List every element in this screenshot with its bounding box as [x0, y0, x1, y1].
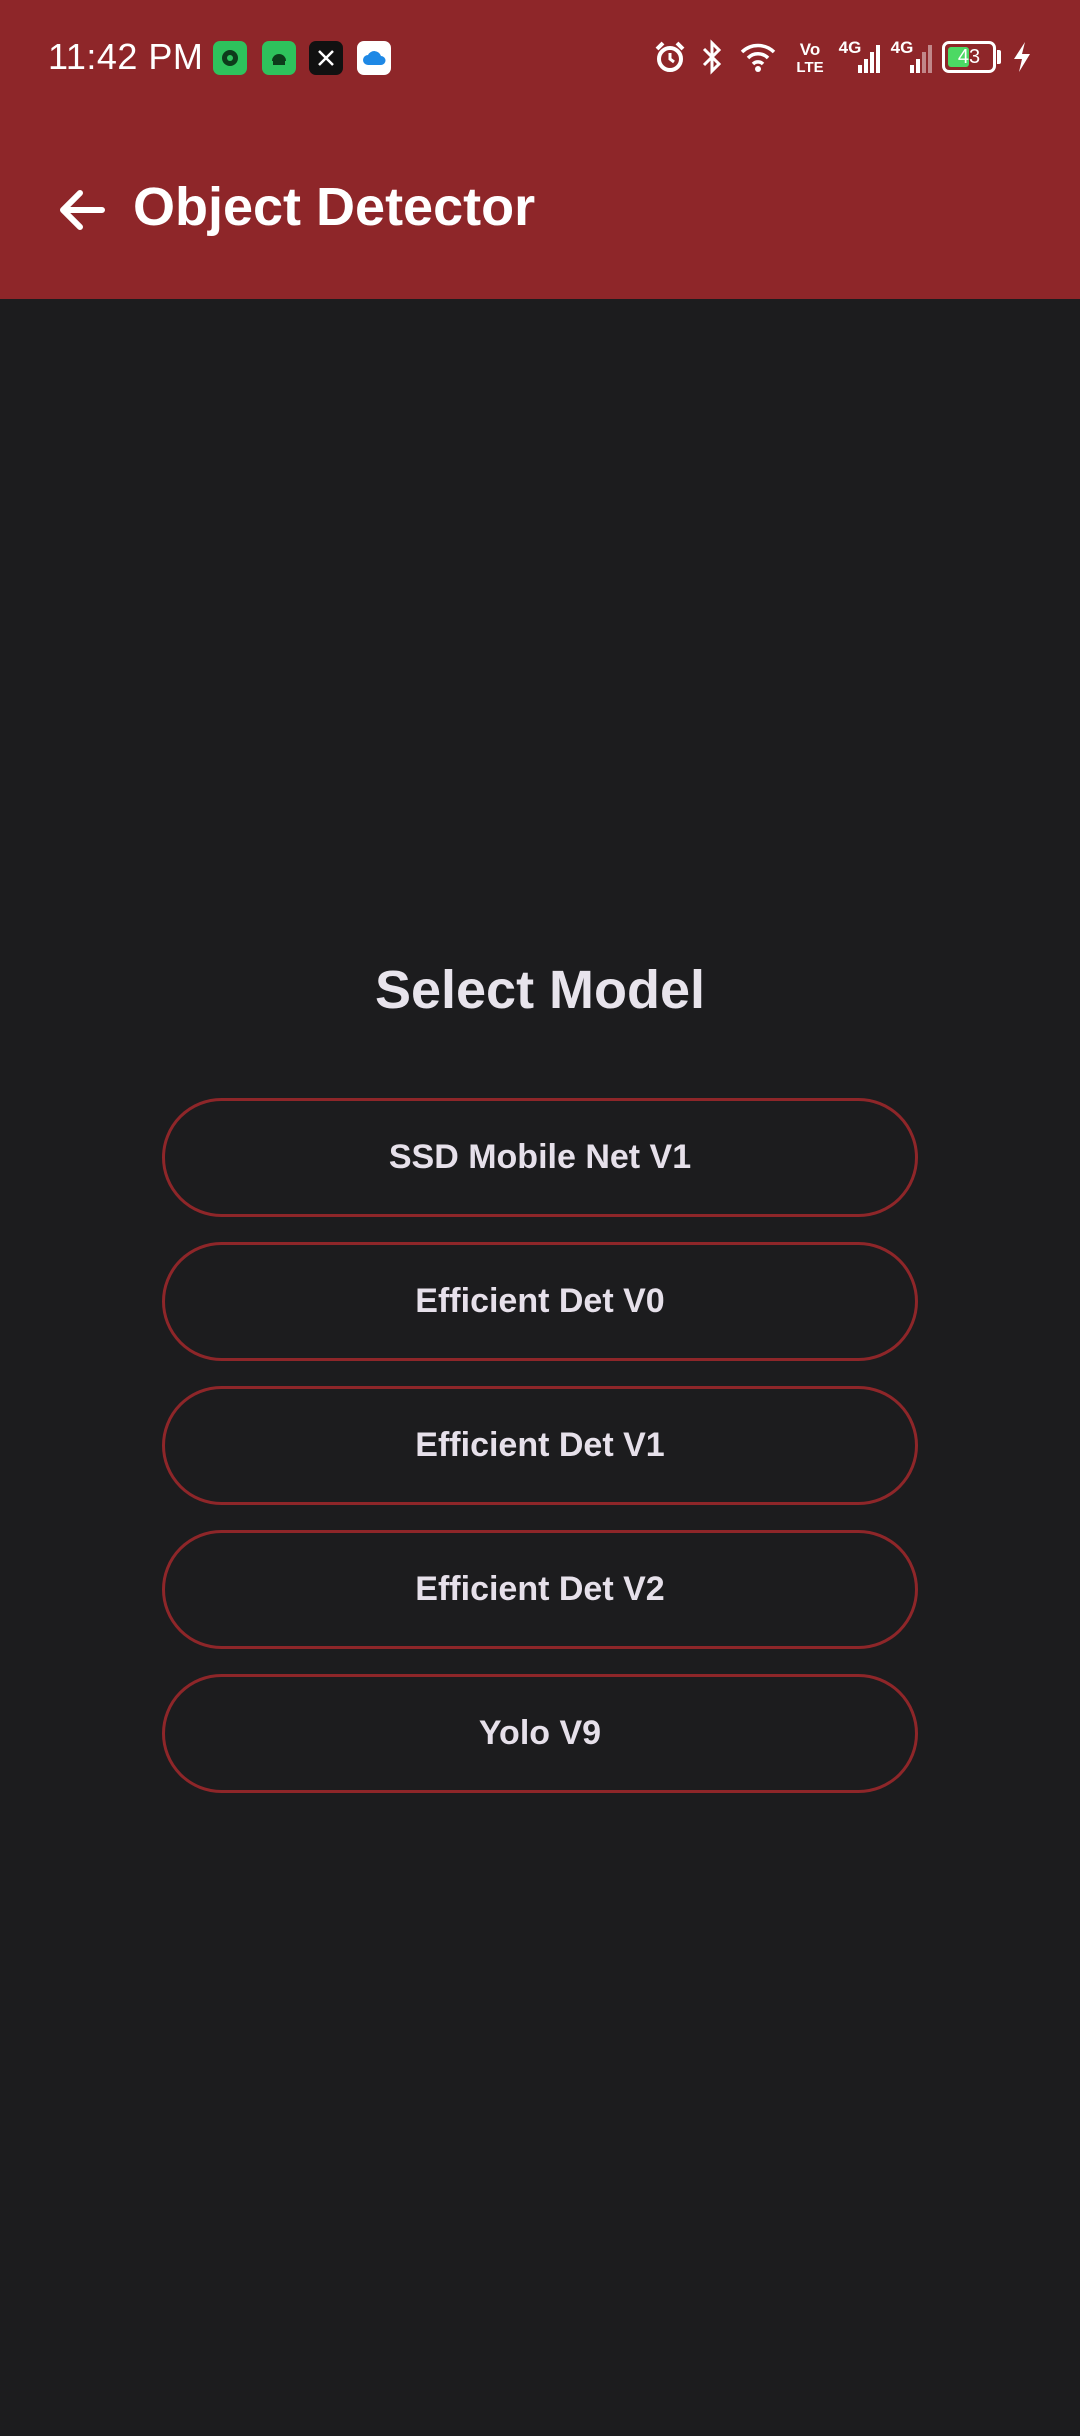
- model-button-yolo-v9[interactable]: Yolo V9: [162, 1674, 918, 1793]
- volte-icon: Vo LTE: [792, 37, 828, 77]
- volte-bottom-label: LTE: [796, 59, 824, 76]
- sim2-signal-icon: 4G: [890, 37, 934, 77]
- volte-top-label: Vo: [799, 40, 821, 59]
- wifi-icon: [738, 37, 778, 77]
- model-button-efficient-det-v2[interactable]: Efficient Det V2: [162, 1530, 918, 1649]
- android-app-icon: [262, 41, 296, 75]
- battery-icon: 43: [942, 41, 996, 73]
- page-title: Object Detector: [133, 177, 536, 237]
- model-button-ssd-mobile-net-v1[interactable]: SSD Mobile Net V1: [162, 1098, 918, 1217]
- back-button[interactable]: [40, 168, 124, 252]
- sim1-signal-icon: 4G: [838, 37, 882, 77]
- arrow-back-icon: [60, 190, 105, 230]
- select-model-heading: Select Model: [374, 960, 706, 1020]
- model-button-efficient-det-v0[interactable]: Efficient Det V0: [162, 1242, 918, 1361]
- alarm-icon: [652, 37, 688, 77]
- cloud-app-icon: [357, 41, 391, 75]
- model-button-efficient-det-v1[interactable]: Efficient Det V1: [162, 1386, 918, 1505]
- battery-level: 43: [957, 46, 981, 68]
- bluetooth-icon: [697, 37, 727, 77]
- battery-tip: [997, 50, 1001, 64]
- x-app-icon: [309, 41, 343, 75]
- app-screen: 11:42 PM Vo LTE 4G 4G 43 Object Detector…: [0, 0, 1080, 2436]
- charging-icon: [1008, 37, 1036, 77]
- status-bar: 11:42 PM Vo LTE 4G 4G 43: [0, 0, 1080, 118]
- app-bar: Object Detector: [0, 118, 1080, 299]
- status-time: 11:42 PM: [48, 36, 204, 77]
- game-app-icon: [213, 41, 247, 75]
- model-list: SSD Mobile Net V1 Efficient Det V0 Effic…: [162, 1098, 918, 1818]
- top-header: 11:42 PM Vo LTE 4G 4G 43 Object Detector: [0, 0, 1080, 299]
